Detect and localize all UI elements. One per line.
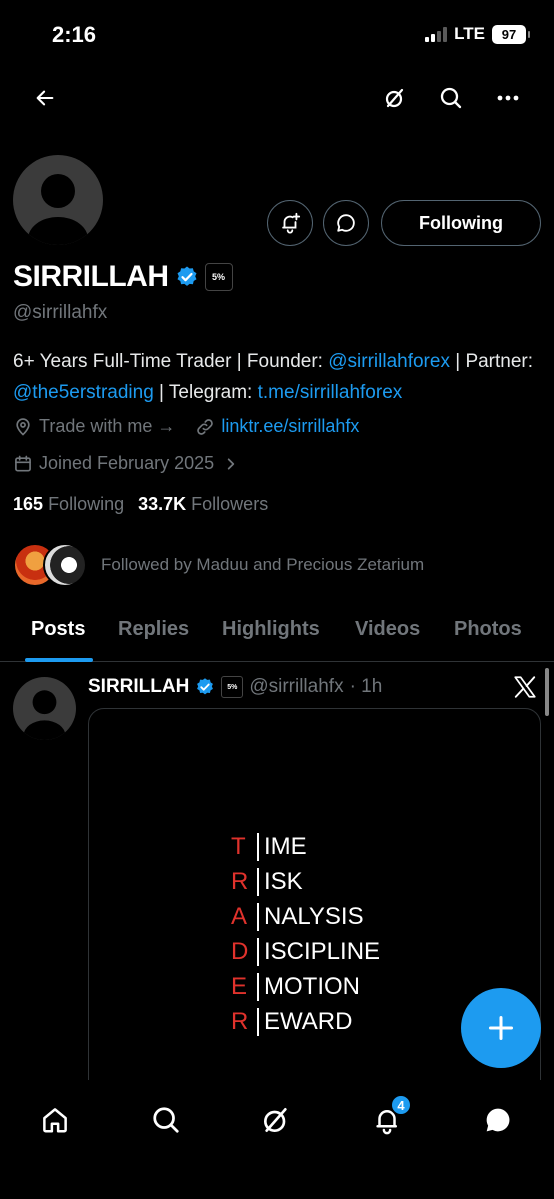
followers-label: Followers bbox=[191, 494, 269, 514]
acronym-row: R ISK bbox=[231, 864, 380, 899]
chat-bubble-icon bbox=[337, 214, 355, 232]
acronym-row: A NALYSIS bbox=[231, 899, 380, 934]
follow-counts: 165 Following 33.7K Followers bbox=[13, 494, 268, 515]
acronym-word: ISK bbox=[264, 867, 303, 895]
battery-icon: 97 bbox=[492, 24, 530, 44]
acronym-letter: A bbox=[231, 902, 248, 930]
status-time: 2:16 bbox=[52, 22, 97, 47]
acronym-row: T IME bbox=[231, 829, 380, 864]
back-arrow-icon[interactable] bbox=[25, 78, 65, 118]
active-tab-indicator bbox=[25, 658, 93, 662]
followed-by-text: Followed by Maduu and Precious Zetarium bbox=[101, 555, 425, 574]
acronym-word: ISCIPLINE bbox=[264, 937, 381, 965]
tab-posts[interactable]: Posts bbox=[31, 618, 85, 641]
acronym-word: EWARD bbox=[264, 1007, 353, 1035]
bio-mention-link[interactable]: @the5erstrading bbox=[13, 382, 154, 403]
tab-photos[interactable]: Photos bbox=[454, 618, 522, 641]
bio-mention-link[interactable]: @sirrillahforex bbox=[328, 351, 450, 372]
scrollbar[interactable] bbox=[545, 668, 549, 716]
profile-tabs: Posts Replies Highlights Videos Photos bbox=[0, 604, 554, 662]
notifications-icon[interactable]: 4 bbox=[363, 1094, 412, 1144]
tab-replies[interactable]: Replies bbox=[118, 618, 189, 641]
profile-handle: @sirrillahfx bbox=[13, 302, 108, 323]
profile-bio: 6+ Years Full-Time Trader | Founder: @si… bbox=[13, 346, 543, 408]
chevron-right-icon bbox=[227, 457, 235, 470]
post-author-handle: @sirrillahfx bbox=[249, 676, 344, 697]
profile-avatar[interactable] bbox=[13, 155, 103, 245]
tab-highlights[interactable]: Highlights bbox=[222, 618, 320, 641]
post-time: · 1h bbox=[349, 676, 383, 697]
calendar-icon bbox=[15, 455, 31, 471]
notify-bell-button[interactable] bbox=[267, 200, 313, 246]
network-label: LTE bbox=[454, 24, 485, 43]
follower-avatar bbox=[43, 543, 87, 587]
acronym-letter: E bbox=[231, 972, 248, 1000]
profile-meta-row: Trade with me → linktr.ee/sirrillahfx bbox=[13, 416, 359, 437]
acronym-letter: T bbox=[231, 832, 246, 860]
compose-button[interactable] bbox=[461, 988, 541, 1068]
acronym-row: D ISCIPLINE bbox=[231, 934, 380, 969]
acronym-row: R EWARD bbox=[231, 1004, 380, 1039]
status-right: LTE 97 bbox=[425, 24, 530, 44]
verified-badge-icon[interactable] bbox=[175, 265, 199, 289]
grok-icon[interactable] bbox=[375, 78, 415, 118]
post-header: SIRRILLAH 5% @sirrillahfx · 1h bbox=[88, 676, 382, 698]
acronym-letter: R bbox=[231, 867, 249, 895]
following-count: 165 bbox=[13, 494, 44, 514]
more-icon[interactable] bbox=[488, 78, 528, 118]
bottom-nav: 4 bbox=[0, 1080, 554, 1199]
notification-badge: 4 bbox=[390, 1094, 412, 1116]
grok-icon[interactable] bbox=[252, 1096, 300, 1144]
tab-videos[interactable]: Videos bbox=[355, 618, 420, 641]
message-button[interactable] bbox=[323, 200, 369, 246]
bio-text: 6+ Years Full-Time Trader | Founder: bbox=[13, 351, 329, 372]
trader-acronym: T IME R ISK A NALYSIS D ISCIPLINE E MOTION RE… bbox=[231, 829, 380, 1039]
affiliate-badge: 5% bbox=[221, 676, 244, 698]
bio-telegram-link[interactable]: t.me/sirrillahforex bbox=[258, 382, 403, 403]
bio-text: | Telegram: bbox=[153, 382, 258, 403]
acronym-letter: R bbox=[231, 1007, 249, 1035]
acronym-word: MOTION bbox=[264, 972, 360, 1000]
acronym-row: E MOTION bbox=[231, 969, 380, 1004]
profile-website-link[interactable]: linktr.ee/sirrillahfx bbox=[221, 416, 359, 437]
profile-name-row: SIRRILLAH 5% bbox=[13, 260, 233, 294]
bell-plus-icon bbox=[282, 212, 301, 234]
signal-icon bbox=[425, 26, 448, 42]
search-icon[interactable] bbox=[431, 78, 471, 118]
status-bar: 2:16 LTE 97 bbox=[0, 0, 554, 70]
following-label: Following bbox=[48, 494, 125, 514]
followed-by-row[interactable]: Followed by Maduu and Precious Zetarium bbox=[13, 543, 424, 587]
link-icon bbox=[197, 418, 214, 435]
profile-joined: Joined February 2025 bbox=[39, 453, 215, 473]
location-pin-icon bbox=[16, 417, 30, 436]
acronym-word: IME bbox=[264, 832, 307, 860]
following-count-link[interactable]: 165 Following bbox=[13, 494, 124, 515]
verified-badge-icon bbox=[197, 678, 214, 695]
post-author-avatar[interactable] bbox=[13, 677, 76, 740]
profile-location: Trade with me → bbox=[39, 416, 176, 436]
plus-icon bbox=[488, 1015, 514, 1041]
followers-count-link[interactable]: 33.7K Followers bbox=[138, 494, 268, 515]
profile-name: SIRRILLAH bbox=[13, 260, 169, 293]
profile-joined-row[interactable]: Joined February 2025 bbox=[13, 453, 238, 474]
post-author-name[interactable]: SIRRILLAH bbox=[88, 676, 189, 698]
affiliate-badge[interactable]: 5% bbox=[204, 263, 233, 291]
following-button[interactable]: Following bbox=[381, 200, 541, 246]
followers-count: 33.7K bbox=[138, 494, 187, 514]
acronym-word: NALYSIS bbox=[264, 902, 364, 930]
bio-text: | Partner: bbox=[449, 351, 534, 372]
top-nav bbox=[0, 74, 554, 122]
search-icon[interactable] bbox=[142, 1096, 190, 1144]
acronym-letter: D bbox=[231, 937, 249, 965]
messages-icon[interactable] bbox=[474, 1096, 522, 1144]
x-logo-icon bbox=[512, 674, 538, 705]
home-icon[interactable] bbox=[31, 1096, 79, 1144]
